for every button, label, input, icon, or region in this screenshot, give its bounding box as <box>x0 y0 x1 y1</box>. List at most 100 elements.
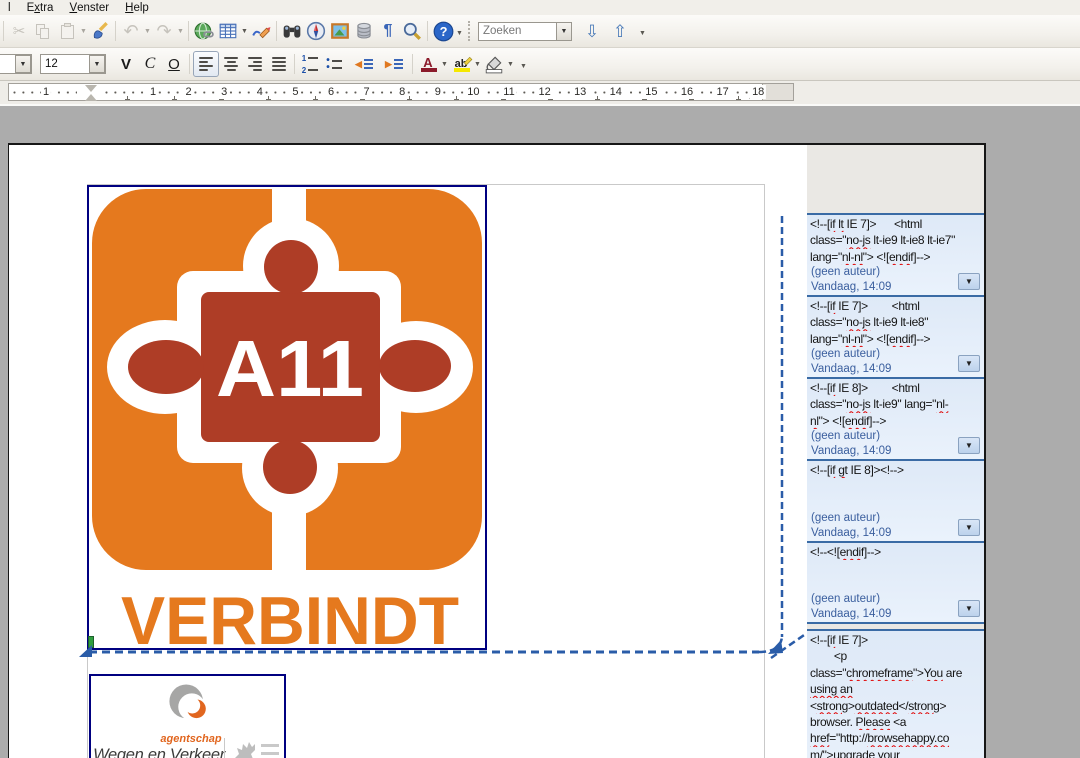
comment-text-line: using an <box>810 681 982 697</box>
ruler-number: 5 <box>290 85 300 99</box>
font-size-dropdown[interactable]: ▼ <box>89 55 105 73</box>
font-color-dropdown[interactable]: ▼ <box>440 53 449 75</box>
comment-text-line: class="no-js lt-ie9 lt-ie8 lt-ie7" <box>810 232 982 248</box>
table-dropdown[interactable]: ▼ <box>240 20 249 42</box>
comment-text-line: <!--<![endif]--> <box>810 544 982 560</box>
font-size-combo[interactable]: 12 ▼ <box>40 54 106 74</box>
redo-button[interactable]: ↷ <box>152 19 176 43</box>
comment-item-1[interactable]: <!--[if lt IE 7]> <htmlclass="no-js lt-i… <box>807 213 985 295</box>
justify-button[interactable] <box>267 52 291 76</box>
comment-item-4[interactable]: <!--[if gt IE 8]><!-->(geen auteur)Vanda… <box>807 459 985 541</box>
comment-text-line: <!--[if IE 7]> <box>810 632 982 648</box>
insert-table-button[interactable] <box>216 19 240 43</box>
ruler[interactable]: 1123456789101112131415161718 <box>8 83 794 101</box>
paste-dropdown[interactable]: ▼ <box>79 20 88 42</box>
awv-image-frame[interactable]: agentschap Wegen en Verkeer <box>89 674 286 758</box>
toolbar-overflow-dropdown[interactable]: ▼ <box>455 22 464 44</box>
ruler-number: 7 <box>362 85 372 99</box>
undo-dropdown[interactable]: ▼ <box>143 20 152 42</box>
a11-image-frame[interactable]: A11 VERBINDT <box>87 185 487 650</box>
search-combo-dropdown[interactable]: ▼ <box>556 22 572 41</box>
menu-item-venster[interactable]: Venster <box>61 0 117 15</box>
gallery-button[interactable] <box>328 19 352 43</box>
ruler-number: 15 <box>643 85 659 99</box>
ruler-number: 11 <box>501 85 516 99</box>
comment-text-line: <!--[if lt IE 7]> <html <box>810 216 982 232</box>
clone-formatting-button[interactable] <box>88 19 112 43</box>
find-next-button[interactable]: ⇩ <box>580 19 604 43</box>
comment-item-2[interactable]: <!--[if IE 7]> <htmlclass="no-js lt-ie9 … <box>807 295 985 377</box>
toolbar-separator <box>189 54 190 74</box>
cut-button[interactable]: ✂ <box>7 19 31 43</box>
highlight-dropdown[interactable]: ▼ <box>473 53 482 75</box>
ruler-row: 1123456789101112131415161718 <box>0 81 1080 104</box>
align-left-button-active[interactable] <box>193 51 219 77</box>
background-color-dropdown[interactable]: ▼ <box>506 53 515 75</box>
numbered-list-button[interactable]: 1 2 <box>298 52 322 76</box>
bold-button[interactable]: V <box>114 52 138 76</box>
bullet-list-icon: • • <box>326 59 342 70</box>
search-input[interactable] <box>478 22 556 41</box>
indent-marker[interactable] <box>85 85 97 101</box>
zoom-button[interactable] <box>400 19 424 43</box>
toolbar-grip-handle[interactable] <box>468 21 474 41</box>
comment-menu-button[interactable]: ▼ <box>958 519 980 536</box>
comment-item-6[interactable]: <!--[if IE 7]> <pclass="chromeframe">You… <box>807 629 985 758</box>
undo-button[interactable]: ↶ <box>119 19 143 43</box>
menu-item-extra[interactable]: Extra <box>19 0 62 15</box>
bullet-list-button[interactable]: • • <box>322 52 346 76</box>
ruler-number: 8 <box>397 85 407 99</box>
font-name-dropdown[interactable]: ▼ <box>15 55 31 73</box>
copy-button[interactable] <box>31 19 55 43</box>
menu-item-l[interactable]: l <box>0 0 19 15</box>
find-previous-button[interactable]: ⇧ <box>608 19 632 43</box>
comment-item-3[interactable]: <!--[if IE 8]> <htmlclass="no-js lt-ie9"… <box>807 377 985 459</box>
increase-indent-button[interactable]: ▶ <box>382 52 406 76</box>
decrease-indent-button[interactable]: ◀ <box>352 52 376 76</box>
help-button[interactable]: ? <box>431 19 455 43</box>
ruler-number: 6 <box>326 85 336 99</box>
comment-menu-button[interactable]: ▼ <box>958 600 980 617</box>
font-name-combo[interactable]: ▼ <box>0 54 32 74</box>
align-right-button[interactable] <box>243 52 267 76</box>
ruler-number: 4 <box>255 85 265 99</box>
formatting-marks-button[interactable]: ¶ <box>376 19 400 43</box>
menu-bar: lExtraVensterHelp <box>0 0 1080 15</box>
menu-item-help[interactable]: Help <box>117 0 157 15</box>
font-color-button[interactable]: A <box>416 52 440 76</box>
binoculars-icon <box>282 21 302 41</box>
increase-indent-icon: ▶ <box>385 59 403 70</box>
ruler-number: 18 <box>750 85 766 99</box>
underline-button[interactable]: O <box>162 52 186 76</box>
hyperlink-button[interactable] <box>192 19 216 43</box>
paste-button[interactable] <box>55 19 79 43</box>
background-color-button[interactable] <box>482 52 506 76</box>
navigator-button[interactable] <box>304 19 328 43</box>
comment-text-line: class="chromeframe">You are <box>810 665 982 681</box>
comment-item-5[interactable]: <!--<![endif]-->(geen auteur)Vandaag, 14… <box>807 541 985 624</box>
draw-functions-button[interactable] <box>249 19 273 43</box>
ruler-number: 13 <box>572 85 588 99</box>
paint-can-icon <box>484 54 504 74</box>
comment-menu-button[interactable]: ▼ <box>958 273 980 290</box>
ruler-margin-number: 1 <box>41 85 51 99</box>
comment-author: (geen auteur) <box>811 266 880 278</box>
italic-button[interactable]: C <box>138 52 162 76</box>
align-center-button[interactable] <box>219 52 243 76</box>
formatting-overflow-dropdown[interactable]: ▼ <box>519 55 528 77</box>
redo-dropdown[interactable]: ▼ <box>176 20 185 42</box>
comment-timestamp: Vandaag, 14:09 <box>811 527 891 539</box>
highlight-button[interactable]: ab <box>449 52 473 76</box>
comment-menu-button[interactable]: ▼ <box>958 355 980 372</box>
paste-icon <box>61 24 74 39</box>
search-toolbar-overflow[interactable]: ▼ <box>638 22 647 44</box>
comment-text-line: lang="nl-nl"> <![endif]--> <box>810 249 982 265</box>
document-page[interactable]: <!--[if lt IE 7]> <htmlclass="no-js lt-i… <box>8 143 986 758</box>
toolbar-separator <box>294 54 295 74</box>
toolbar-separator <box>276 21 277 41</box>
data-sources-button[interactable] <box>352 19 376 43</box>
comment-text-line: nl"> <![endif]--> <box>810 413 982 429</box>
ruler-number: 3 <box>219 85 229 99</box>
comment-menu-button[interactable]: ▼ <box>958 437 980 454</box>
find-replace-button[interactable] <box>280 19 304 43</box>
